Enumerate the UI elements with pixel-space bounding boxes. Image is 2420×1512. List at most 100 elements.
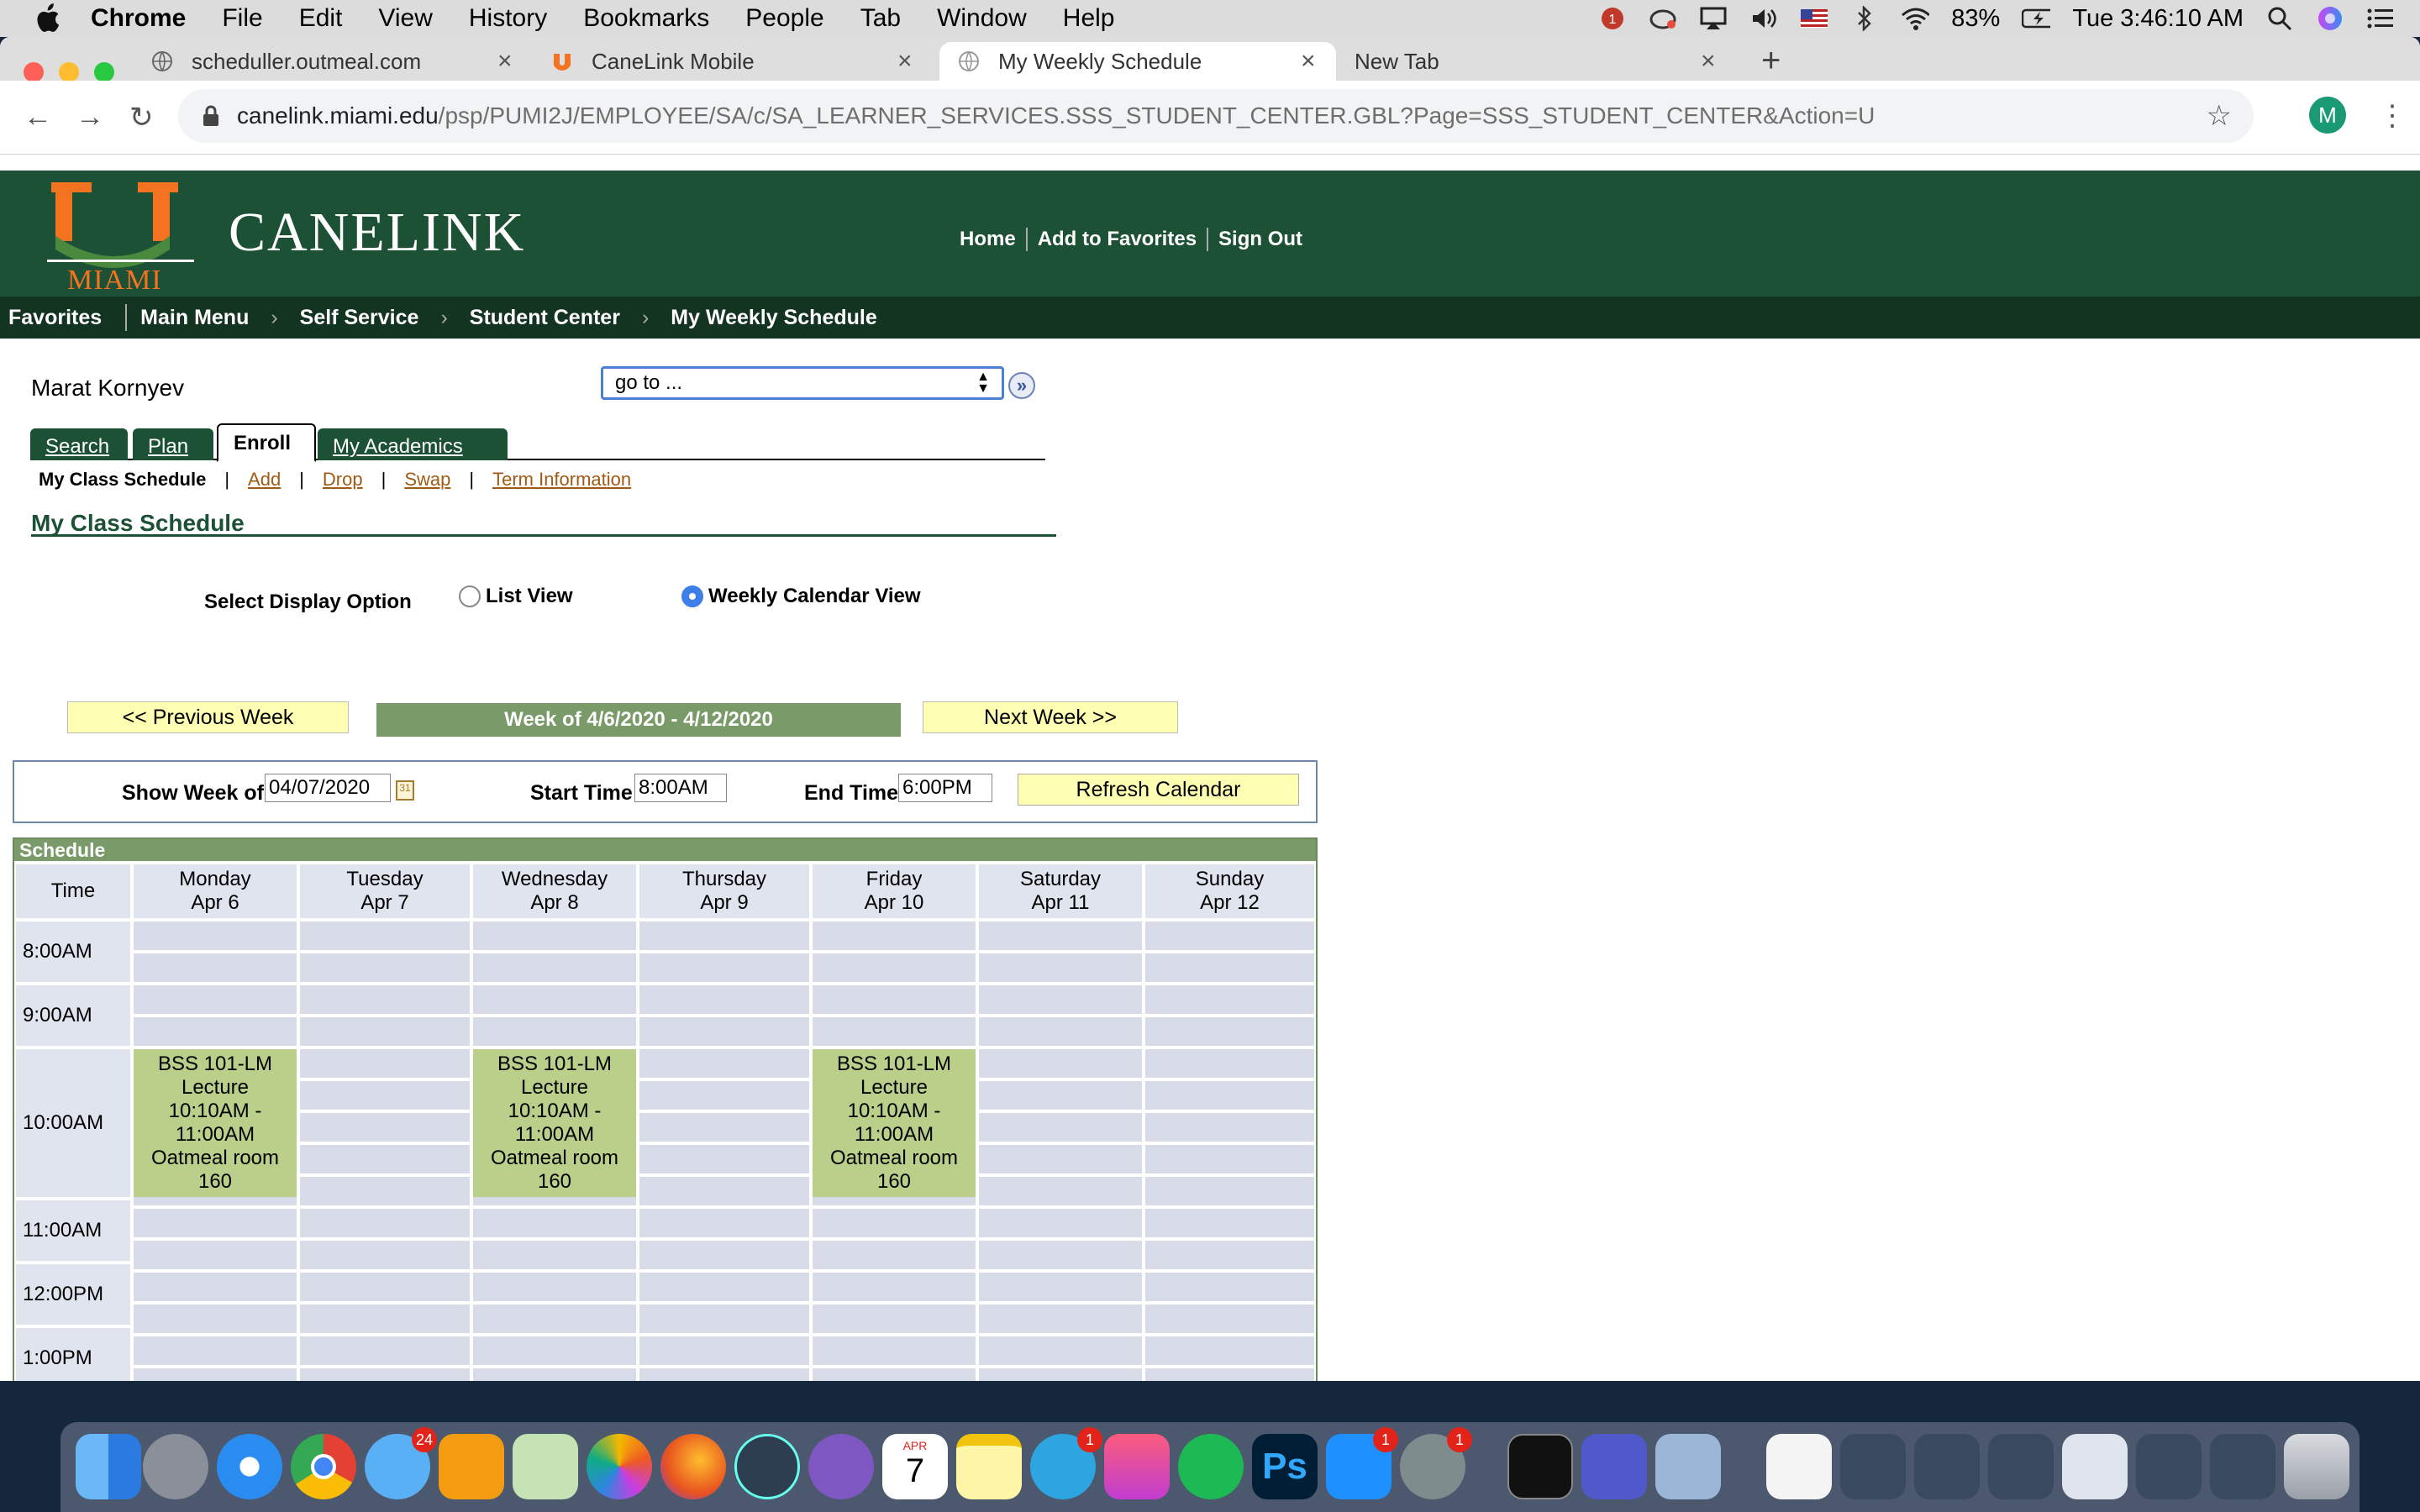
list-view-radio[interactable]: List View [459, 585, 573, 608]
window-thumbnail-6[interactable] [2210, 1434, 2275, 1499]
new-tab-plus-icon[interactable]: + [1761, 42, 1781, 80]
app-store-icon[interactable]: 1 [1326, 1427, 1398, 1499]
chrome-icon[interactable] [291, 1434, 356, 1499]
radio-checked[interactable] [681, 585, 703, 607]
bookmark-star-icon[interactable]: ☆ [2207, 99, 2232, 133]
telegram-icon[interactable]: 1 [1030, 1427, 1102, 1499]
volume-icon[interactable] [1749, 6, 1778, 31]
calendar-icon[interactable]: 31 [396, 780, 414, 801]
menu-view[interactable]: View [378, 4, 432, 33]
menu-people[interactable]: People [745, 4, 823, 33]
window-thumbnail-2[interactable] [1914, 1434, 1980, 1499]
teams-icon[interactable] [1581, 1434, 1647, 1499]
subnav-swap-link[interactable]: Swap [404, 469, 450, 491]
um-logo[interactable]: MIAMI [47, 177, 194, 296]
forward-icon[interactable]: → [76, 101, 104, 134]
tab-canelink-mobile[interactable]: CaneLink Mobile × [551, 42, 921, 81]
menu-tab[interactable]: Tab [860, 4, 901, 33]
menu-file[interactable]: File [222, 4, 262, 33]
tab-plan[interactable]: Plan [133, 428, 213, 460]
launchpad-icon[interactable] [143, 1434, 208, 1499]
class-event-friday[interactable]: BSS 101-LM Lecture 10:10AM - 11:00AM Oatmea… [813, 1049, 976, 1197]
sign-out-link[interactable]: Sign Out [1207, 228, 1313, 251]
photos-icon[interactable] [587, 1434, 652, 1499]
show-week-input[interactable] [265, 774, 391, 802]
weekly-calendar-view-radio[interactable]: Weekly Calendar View [681, 585, 921, 608]
safari-icon[interactable] [217, 1434, 282, 1499]
spotlight-search-icon[interactable] [2265, 6, 2294, 31]
subnav-drop-link[interactable]: Drop [323, 469, 363, 491]
back-icon[interactable]: ← [24, 101, 52, 134]
clock[interactable]: Tue 3:46:10 AM [2072, 5, 2244, 33]
calendar-icon[interactable]: APR 7 [882, 1434, 948, 1499]
subnav-add-link[interactable]: Add [248, 469, 281, 491]
breadcrumb-self-service[interactable]: Self Service [300, 306, 419, 330]
class-event-monday[interactable]: BSS 101-LM Lecture 10:10AM - 11:00AM Oatmea… [134, 1049, 297, 1197]
window-thumbnail-1[interactable] [1840, 1434, 1906, 1499]
previous-week-button[interactable]: << Previous Week [67, 701, 349, 733]
notification-icon[interactable]: 1 [1598, 6, 1627, 31]
system-preferences-icon[interactable]: 1 [1400, 1427, 1472, 1499]
tab-scheduller[interactable]: scheduller.outmeal.com × [151, 42, 521, 81]
atom-icon[interactable] [734, 1434, 800, 1499]
notes-icon[interactable] [956, 1434, 1022, 1499]
subnav-term-information-link[interactable]: Term Information [492, 469, 631, 491]
trash-icon[interactable] [2284, 1434, 2349, 1499]
wifi-icon[interactable] [1901, 6, 1930, 31]
github-desktop-icon[interactable] [808, 1434, 874, 1499]
menu-edit[interactable]: Edit [299, 4, 343, 33]
tab-search[interactable]: Search [30, 428, 128, 460]
bluetooth-icon[interactable] [1850, 6, 1879, 31]
refresh-calendar-button[interactable]: Refresh Calendar [1018, 774, 1299, 806]
window-thumbnail-4[interactable] [2062, 1434, 2128, 1499]
chrome-menu-icon[interactable]: ⋮ [2378, 99, 2407, 133]
terminal-icon[interactable] [1507, 1434, 1573, 1499]
messages-icon[interactable]: 24 [365, 1427, 437, 1499]
menu-app-name[interactable]: Chrome [91, 4, 186, 33]
airplay-icon[interactable] [1699, 6, 1728, 31]
menu-window[interactable]: Window [937, 4, 1027, 33]
apple-icon[interactable] [34, 3, 66, 34]
menu-help[interactable]: Help [1063, 4, 1115, 33]
radio-unchecked[interactable] [459, 585, 481, 607]
list-view-label[interactable]: List View [486, 585, 573, 608]
main-menu[interactable]: Main Menu [140, 306, 249, 330]
home-app-icon[interactable] [439, 1434, 504, 1499]
creative-cloud-icon[interactable] [1649, 6, 1677, 31]
start-time-input[interactable] [634, 774, 727, 802]
menu-history[interactable]: History [469, 4, 547, 33]
reload-icon[interactable]: ↻ [129, 101, 154, 134]
us-flag-icon[interactable] [1800, 6, 1828, 31]
class-event-wednesday[interactable]: BSS 101-LM Lecture 10:10AM - 11:00AM Oatmea… [473, 1049, 636, 1197]
address-bar[interactable]: canelink.miami.edu/psp/PUMI2J/EMPLOYEE/S… [178, 89, 2254, 143]
notification-center-icon[interactable] [2366, 6, 2395, 31]
favorites-menu[interactable]: Favorites [8, 306, 102, 330]
zoom-window-button[interactable] [94, 62, 114, 82]
minimize-window-button[interactable] [59, 62, 79, 82]
firefox-icon[interactable] [660, 1434, 726, 1499]
home-link[interactable]: Home [960, 228, 1026, 251]
goto-select[interactable]: go to ... ▲ ▼ [601, 366, 1004, 400]
tab-my-weekly-schedule[interactable]: My Weekly Schedule × [939, 42, 1336, 81]
end-time-input[interactable] [898, 774, 992, 802]
tab-new-tab[interactable]: New Tab × [1355, 42, 1724, 81]
document-stack-icon[interactable] [1766, 1434, 1832, 1499]
siri-icon[interactable] [2316, 6, 2344, 31]
close-tab-icon[interactable]: × [897, 47, 913, 76]
tab-enroll[interactable]: Enroll [217, 423, 316, 462]
breadcrumb-student-center[interactable]: Student Center [470, 306, 620, 330]
spotify-icon[interactable] [1178, 1434, 1244, 1499]
preview-icon[interactable] [1655, 1434, 1721, 1499]
battery-icon[interactable] [2022, 6, 2051, 31]
go-arrow-button[interactable]: » [1008, 372, 1035, 399]
menu-bookmarks[interactable]: Bookmarks [583, 4, 709, 33]
window-thumbnail-5[interactable] [2136, 1434, 2202, 1499]
next-week-button[interactable]: Next Week >> [923, 701, 1178, 733]
music-icon[interactable] [1104, 1434, 1170, 1499]
close-tab-icon[interactable]: × [1701, 47, 1716, 76]
profile-avatar[interactable]: M [2309, 97, 2346, 134]
close-tab-icon[interactable]: × [497, 47, 513, 76]
add-to-favorites-link[interactable]: Add to Favorites [1025, 228, 1207, 251]
tab-my-academics[interactable]: My Academics [318, 428, 508, 460]
maps-icon[interactable] [513, 1434, 578, 1499]
